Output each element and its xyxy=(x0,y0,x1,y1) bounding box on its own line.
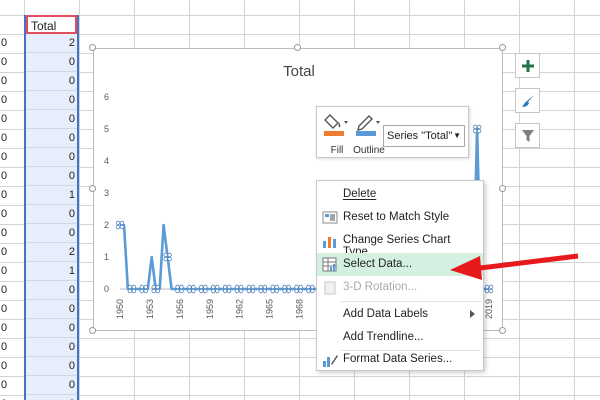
resize-handle-ml[interactable] xyxy=(89,185,96,192)
cell-b-12[interactable]: 0 xyxy=(26,224,77,243)
cell-b-10[interactable]: 1 xyxy=(26,186,77,205)
cell-a-7[interactable]: 0 xyxy=(0,129,24,148)
chart-filters-button[interactable] xyxy=(515,123,540,148)
resize-handle-tl[interactable] xyxy=(89,44,96,51)
cell-a-17[interactable]: 0 xyxy=(0,319,24,338)
cell-a-14[interactable]: 0 xyxy=(0,262,24,281)
cell-a-5[interactable]: 0 xyxy=(0,91,24,110)
cell-b-3[interactable]: 0 xyxy=(26,53,77,72)
menu-item-label: Add Data Labels xyxy=(343,308,429,320)
cell-a-18[interactable]: 0 xyxy=(0,338,24,357)
cell-b-16[interactable]: 0 xyxy=(26,300,77,319)
annotation-arrow-icon xyxy=(450,253,579,280)
cell-a-4[interactable]: 0 xyxy=(0,72,24,91)
y-tick-label: 4 xyxy=(104,156,109,166)
fill-bucket-icon xyxy=(324,114,348,136)
cell-a-16[interactable]: 0 xyxy=(0,300,24,319)
resize-handle-tr[interactable] xyxy=(499,44,506,51)
cell-b-6[interactable]: 0 xyxy=(26,110,77,129)
submenu-arrow-icon xyxy=(470,310,475,318)
x-tick-label: 1965 xyxy=(265,299,275,319)
column-b-selected[interactable]: Total 20000000100210000000 xyxy=(24,15,79,400)
cell-b-9[interactable]: 0 xyxy=(26,167,77,186)
cell-a-19[interactable]: 0 xyxy=(0,357,24,376)
cell-b-11[interactable]: 0 xyxy=(26,205,77,224)
chevron-down-icon: ▼ xyxy=(453,131,461,140)
x-tick-label: 1968 xyxy=(295,299,305,319)
y-tick-label: 6 xyxy=(104,92,109,102)
cell-b-18[interactable]: 0 xyxy=(26,338,77,357)
x-tick-label: 1962 xyxy=(235,299,245,319)
menu-item-add-trendline[interactable]: Add Trendline... xyxy=(317,326,483,349)
cell-a-15[interactable]: 0 xyxy=(0,281,24,300)
y-tick-label: 5 xyxy=(104,124,109,134)
menu-item-label: Select Data... xyxy=(343,258,413,270)
menu-item-label: 3-D Rotation... xyxy=(343,281,418,293)
menu-item-add-data-labels[interactable]: Add Data Labels xyxy=(317,303,483,326)
resize-handle-br[interactable] xyxy=(499,327,506,334)
cell-b-8[interactable]: 0 xyxy=(26,148,77,167)
cell-a-10[interactable]: 0 xyxy=(0,186,24,205)
cell-b-14[interactable]: 1 xyxy=(26,262,77,281)
cell-b-7[interactable]: 0 xyxy=(26,129,77,148)
cell-a-3[interactable]: 0 xyxy=(0,53,24,72)
menu-separator xyxy=(341,301,481,302)
cell-b-15[interactable]: 0 xyxy=(26,281,77,300)
x-tick-label: 1959 xyxy=(205,299,215,319)
y-tick-label: 0 xyxy=(104,284,109,294)
chart-type-icon xyxy=(323,237,336,248)
chart-elements-icon xyxy=(521,59,534,72)
column-a[interactable]: 00000000000000000000 xyxy=(0,34,24,400)
cell-b-20[interactable]: 0 xyxy=(26,376,77,395)
cell-b-4[interactable]: 0 xyxy=(26,72,77,91)
series-selector-value: Series "Total" xyxy=(387,130,453,142)
total-header-cell[interactable]: Total xyxy=(26,15,77,34)
menu-item-label: Add Trendline... xyxy=(343,331,424,343)
menu-item-delete[interactable]: Delete xyxy=(317,183,483,206)
chart-styles-icon xyxy=(521,94,534,107)
x-tick-label: 1953 xyxy=(145,299,155,319)
select-data-icon xyxy=(322,257,337,272)
resize-handle-tm[interactable] xyxy=(294,44,301,51)
y-tick-label: 1 xyxy=(104,252,109,262)
cell-a-20[interactable]: 0 xyxy=(0,376,24,395)
cell-b-2[interactable]: 2 xyxy=(26,34,77,53)
series-selector-dropdown[interactable]: Series "Total" ▼ xyxy=(383,125,465,147)
menu-item-label: Reset to Match Style xyxy=(343,211,450,223)
cell-a-9[interactable]: 0 xyxy=(0,167,24,186)
menu-item-label: Delete xyxy=(343,188,377,200)
chart-elements-button[interactable] xyxy=(515,53,540,78)
reset-style-icon xyxy=(322,211,338,224)
menu-item-label: Format Data Series... xyxy=(343,353,453,365)
cell-b-19[interactable]: 0 xyxy=(26,357,77,376)
cell-a-13[interactable]: 0 xyxy=(0,243,24,262)
cell-a-8[interactable]: 0 xyxy=(0,148,24,167)
format-series-icon xyxy=(323,355,338,367)
cell-b-21[interactable]: 0 xyxy=(26,395,77,400)
x-tick-label: 2019 xyxy=(484,299,494,319)
cell-b-5[interactable]: 0 xyxy=(26,91,77,110)
outline-button[interactable]: Outline xyxy=(353,111,385,156)
cell-b-17[interactable]: 0 xyxy=(26,319,77,338)
chart-filters-icon xyxy=(521,129,534,142)
outline-pen-icon xyxy=(356,115,380,136)
y-tick-label: 2 xyxy=(104,220,109,230)
fill-button[interactable]: Fill xyxy=(322,111,352,156)
rotation-icon xyxy=(324,281,336,295)
cell-b-13[interactable]: 2 xyxy=(26,243,77,262)
resize-handle-mr[interactable] xyxy=(499,185,506,192)
y-tick-label: 3 xyxy=(104,188,109,198)
cell-a-2[interactable]: 0 xyxy=(0,34,24,53)
resize-handle-bl[interactable] xyxy=(89,327,96,334)
cell-a-21[interactable]: 0 xyxy=(0,395,24,400)
cell-a-6[interactable]: 0 xyxy=(0,110,24,129)
cell-a-12[interactable]: 0 xyxy=(0,224,24,243)
x-tick-label: 1950 xyxy=(115,299,125,319)
cell-a-11[interactable]: 0 xyxy=(0,205,24,224)
x-tick-label: 1956 xyxy=(175,299,185,319)
chart-styles-button[interactable] xyxy=(515,88,540,113)
mini-toolbar: Fill Outline Series "Total" ▼ xyxy=(316,106,469,158)
menu-item-reset-style[interactable]: Reset to Match Style xyxy=(317,206,483,229)
menu-item-format-data-series[interactable]: Format Data Series... xyxy=(317,348,483,371)
